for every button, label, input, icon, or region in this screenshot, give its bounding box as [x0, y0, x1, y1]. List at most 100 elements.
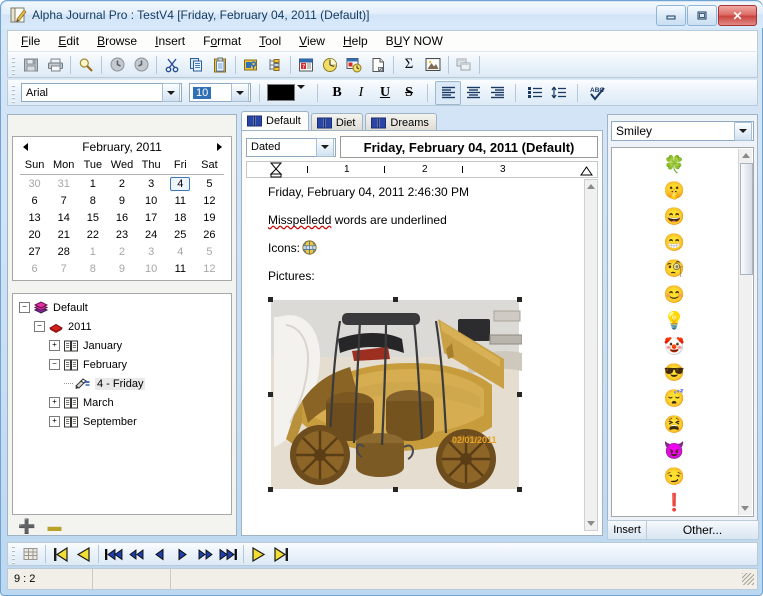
- strikethrough-button[interactable]: S: [397, 82, 421, 104]
- smiley-scrollbar[interactable]: [738, 149, 752, 515]
- scroll-down-button[interactable]: [739, 502, 751, 515]
- tab-default[interactable]: Default: [241, 111, 309, 131]
- menu-file[interactable]: File: [12, 32, 49, 50]
- big-grin-smiley-icon[interactable]: 😁: [664, 229, 686, 255]
- font-color-swatch[interactable]: [267, 84, 295, 101]
- calendar-day[interactable]: 1: [78, 175, 107, 193]
- resize-handle-w[interactable]: [268, 392, 273, 397]
- entry-text-area[interactable]: Friday, February 04, 2011 2:46:30 PM Mis…: [246, 179, 583, 531]
- calendar-day[interactable]: 19: [195, 209, 224, 226]
- align-left-button[interactable]: [435, 81, 461, 105]
- tree-collapse-icon[interactable]: −: [19, 302, 30, 313]
- calendar-day[interactable]: 12: [195, 260, 224, 277]
- grid-view-icon[interactable]: [19, 544, 42, 564]
- resize-handle-sw[interactable]: [268, 487, 273, 492]
- laughing-smiley-icon[interactable]: 😄: [664, 203, 686, 229]
- resize-handle-nw[interactable]: [268, 297, 273, 302]
- sleeping-smiley-icon[interactable]: 😴: [664, 385, 686, 411]
- menu-tool[interactable]: Tool: [250, 32, 290, 50]
- menu-view[interactable]: View: [290, 32, 334, 50]
- next-button[interactable]: [171, 544, 194, 564]
- calendar-day[interactable]: 21: [49, 226, 78, 243]
- remove-entry-button[interactable]: ▬: [47, 521, 61, 531]
- font-size-combo[interactable]: 10: [189, 83, 251, 102]
- calendar-day[interactable]: 30: [20, 175, 49, 193]
- calendar-widget[interactable]: February, 2011 SunMonTueWedThuFriSat 303…: [12, 136, 232, 281]
- calendar-day[interactable]: 8: [78, 260, 107, 277]
- smiley-category-combo[interactable]: Smiley: [611, 121, 754, 141]
- calendar-day[interactable]: 2: [107, 243, 136, 260]
- tab-diet[interactable]: Diet: [311, 113, 364, 131]
- sunglasses-smiley-icon[interactable]: 😎: [664, 359, 686, 385]
- line-spacing-button[interactable]: [547, 82, 571, 104]
- calendar-day[interactable]: 28: [49, 243, 78, 260]
- calendar-day[interactable]: 6: [20, 260, 49, 277]
- menu-buy-now[interactable]: BUY NOW: [377, 32, 452, 50]
- close-button[interactable]: ✕: [718, 5, 757, 26]
- next-record-button[interactable]: [247, 544, 270, 564]
- tree-node[interactable]: −Default: [19, 298, 231, 317]
- calendar-next-month-button[interactable]: [213, 141, 225, 153]
- rewind-button[interactable]: [125, 544, 148, 564]
- calendar-day[interactable]: 22: [78, 226, 107, 243]
- monocle-smiley-icon[interactable]: 🧐: [664, 255, 686, 281]
- embedded-picture[interactable]: 02/01/2011: [268, 297, 522, 492]
- last-page-button[interactable]: [217, 544, 240, 564]
- italic-button[interactable]: I: [349, 82, 373, 104]
- resize-handle-se[interactable]: [517, 487, 522, 492]
- scrollbar-thumb[interactable]: [740, 163, 753, 275]
- calendar-day[interactable]: 14: [49, 209, 78, 226]
- redo-icon[interactable]: [129, 54, 153, 76]
- calendar-day[interactable]: 1: [78, 243, 107, 260]
- calendar-day[interactable]: 7: [49, 192, 78, 209]
- outline-tree-icon[interactable]: [263, 54, 287, 76]
- calendar-day[interactable]: 5: [195, 175, 224, 193]
- scroll-up-button[interactable]: [585, 180, 597, 193]
- chevron-down-icon[interactable]: [231, 83, 249, 102]
- bold-button[interactable]: B: [325, 82, 349, 104]
- calendar-day[interactable]: 13: [20, 209, 49, 226]
- calendar-day[interactable]: 5: [195, 243, 224, 260]
- chevron-down-icon[interactable]: [316, 138, 334, 157]
- resize-handle-n[interactable]: [393, 297, 398, 302]
- menu-edit[interactable]: Edit: [49, 32, 88, 50]
- print-icon[interactable]: [43, 54, 67, 76]
- calendar-day[interactable]: 6: [20, 192, 49, 209]
- menu-help[interactable]: Help: [334, 32, 377, 50]
- tree-expand-icon[interactable]: +: [49, 340, 60, 351]
- other-smiley-button[interactable]: Other...: [646, 520, 759, 540]
- minimize-button[interactable]: [656, 5, 686, 26]
- calendar-day[interactable]: 10: [137, 260, 166, 277]
- calendar-day[interactable]: 26: [195, 226, 224, 243]
- calendar-day[interactable]: 4: [166, 243, 195, 260]
- calendar-day[interactable]: 11: [166, 260, 195, 277]
- devil-smiley-icon[interactable]: 😈: [664, 437, 686, 463]
- menu-format[interactable]: Format: [194, 32, 250, 50]
- font-name-combo[interactable]: Arial: [21, 83, 182, 102]
- tree-node[interactable]: +September: [19, 412, 231, 431]
- journal-tabs[interactable]: DefaultDietDreams: [241, 111, 439, 131]
- view-mode-combo[interactable]: Dated: [246, 138, 336, 157]
- calendar-day[interactable]: 16: [107, 209, 136, 226]
- indent-marker-icon[interactable]: [269, 162, 283, 178]
- clock-pie-icon[interactable]: [318, 54, 342, 76]
- tree-node[interactable]: −2011: [19, 317, 231, 336]
- clover-icon[interactable]: 🍀: [664, 151, 686, 177]
- first-page-button[interactable]: [102, 544, 125, 564]
- bullet-list-button[interactable]: [523, 82, 547, 104]
- fast-forward-button[interactable]: [194, 544, 217, 564]
- insert-picture-icon[interactable]: [421, 54, 445, 76]
- calendar-day[interactable]: 11: [166, 192, 195, 209]
- format-toolbar-grip[interactable]: [10, 83, 17, 103]
- chevron-down-icon[interactable]: [162, 83, 180, 102]
- calendar-day[interactable]: 24: [137, 226, 166, 243]
- chevron-down-icon[interactable]: [734, 122, 752, 141]
- calendar-clock-icon[interactable]: [342, 54, 366, 76]
- calendar-day[interactable]: 3: [137, 243, 166, 260]
- align-right-button[interactable]: [485, 82, 509, 104]
- calendar-day[interactable]: 9: [107, 260, 136, 277]
- calendar-day[interactable]: 31: [49, 175, 78, 193]
- sick-smiley-icon[interactable]: 🤢: [664, 515, 686, 517]
- calendar-grid[interactable]: SunMonTueWedThuFriSat 303112345678910111…: [20, 157, 224, 277]
- undo-icon[interactable]: [105, 54, 129, 76]
